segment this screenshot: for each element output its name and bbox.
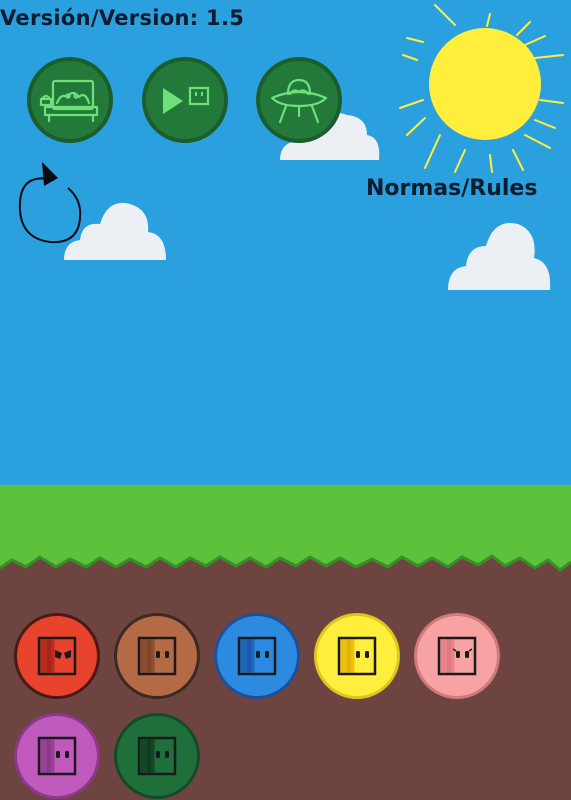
ufo-icon [270,78,328,124]
character-face-icon [337,636,377,676]
bed-mode-button[interactable] [27,57,113,143]
cloud-icon [448,222,551,290]
rules-link[interactable]: Normas/Rules [366,176,537,201]
grass-edge [0,540,571,572]
skin-button[interactable] [14,613,100,699]
bed-scene-icon [39,79,99,123]
play-button[interactable] [142,57,228,143]
skin-button[interactable] [214,613,300,699]
refresh-icon[interactable] [14,158,86,248]
character-face-icon [137,736,177,776]
game-menu-scene: Versión/Version: 1.5 Normas/Rules [0,0,571,800]
version-label: Versión/Version: 1.5 [0,6,245,30]
character-face-icon [137,636,177,676]
ufo-mode-button[interactable] [256,57,342,143]
skin-button[interactable] [314,613,400,699]
sun-icon [399,4,564,173]
character-face-icon [37,736,77,776]
character-face-icon [37,636,77,676]
character-face-icon [437,636,477,676]
skin-button[interactable] [114,713,200,799]
skin-button[interactable] [14,713,100,799]
play-icon [163,86,210,114]
skin-button[interactable] [414,613,500,699]
character-face-icon [237,636,277,676]
skin-button[interactable] [114,613,200,699]
